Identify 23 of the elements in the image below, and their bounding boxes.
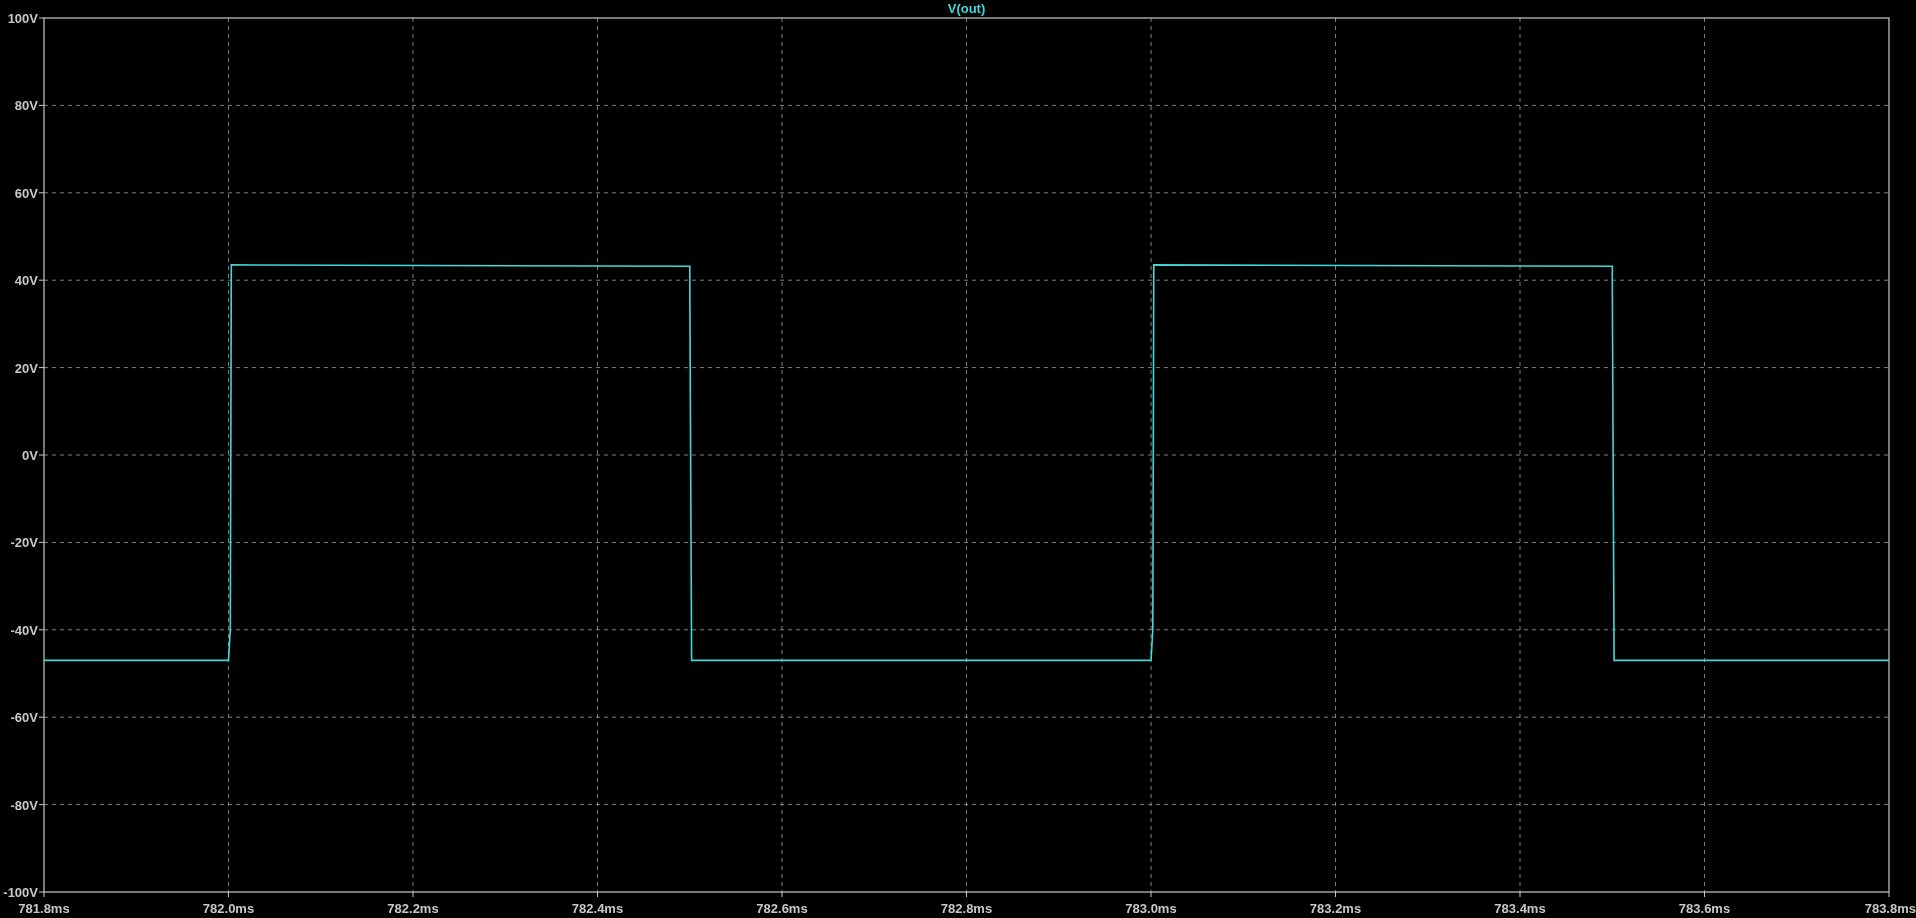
y-axis-label: 20V (14, 360, 38, 376)
y-axis-label: -40V (10, 622, 38, 638)
y-axis-label: -100V (3, 885, 38, 900)
y-axis-label: 80V (14, 98, 38, 114)
trace-label[interactable]: V(out) (947, 1, 986, 16)
y-axis-label: 100V (7, 11, 38, 26)
y-axis-label: -80V (10, 797, 38, 813)
y-axis-label: -20V (10, 535, 38, 551)
y-axis-label: 0V (22, 448, 38, 463)
x-axis-label: 783.8ms (1864, 901, 1916, 916)
y-axis-label: 60V (14, 185, 38, 201)
x-axis-label: 782.0ms (202, 901, 255, 916)
x-axis-label: 783.2ms (1309, 901, 1362, 916)
y-axis-label: 40V (14, 273, 38, 289)
x-axis-label: 783.6ms (1678, 901, 1731, 916)
x-axis-label: 782.8ms (940, 901, 993, 916)
x-axis-label: 782.2ms (387, 901, 439, 916)
x-axis-label: 781.8ms (18, 901, 70, 916)
x-axis-label: 783.0ms (1125, 901, 1177, 916)
y-axis-label: -60V (10, 710, 38, 726)
x-axis-label: 782.4ms (571, 901, 624, 916)
x-axis-label: 782.6ms (756, 901, 808, 916)
x-axis-label: 783.4ms (1494, 901, 1546, 916)
